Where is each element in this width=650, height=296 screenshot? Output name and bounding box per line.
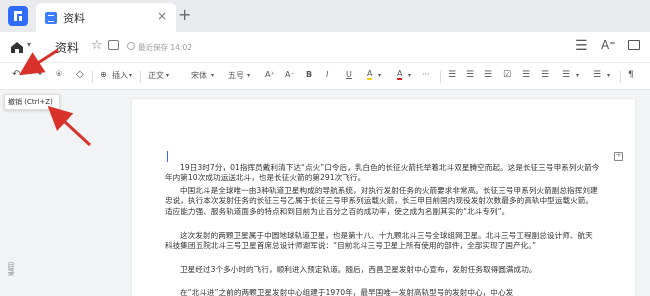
align-icon[interactable]: ☰ bbox=[562, 70, 570, 80]
line-spacing-caret-icon[interactable]: ▾ bbox=[607, 72, 610, 79]
share-icon[interactable] bbox=[108, 40, 119, 50]
paragraph-style-select[interactable]: 正文 bbox=[148, 70, 164, 81]
style-caret-icon[interactable]: ▾ bbox=[166, 72, 169, 79]
size-caret-icon[interactable]: ▾ bbox=[247, 72, 250, 79]
add-comment-icon[interactable] bbox=[614, 150, 623, 161]
format-painter-icon[interactable]: ⍟ bbox=[56, 69, 62, 80]
increase-font-button[interactable]: A⁺ bbox=[265, 70, 275, 79]
insert-plus-icon[interactable]: ⊕ bbox=[100, 70, 107, 79]
font-family-select[interactable]: 宋体 bbox=[191, 70, 207, 81]
bullet-list-icon[interactable]: ☰ bbox=[448, 70, 456, 80]
numbered-list-icon[interactable]: ☰ bbox=[466, 70, 474, 80]
home-icon[interactable] bbox=[10, 39, 24, 58]
italic-button[interactable]: I bbox=[326, 70, 328, 79]
paragraph-mark-icon[interactable]: ¶ bbox=[628, 70, 634, 80]
save-status: 最近保存 14:02 bbox=[138, 43, 192, 52]
document-tab[interactable]: 资料 × bbox=[36, 3, 176, 32]
favorite-star-icon[interactable]: ☆ bbox=[91, 38, 103, 53]
underline-button[interactable]: U bbox=[346, 70, 352, 79]
arrow-to-tooltip bbox=[47, 105, 92, 147]
paragraph[interactable]: 在“北斗进”之前的两颗卫星发射中心组建于1970年，最早国唯一发射高轨型号的发射… bbox=[165, 288, 600, 296]
app-logo-icon[interactable] bbox=[8, 6, 28, 26]
document-header: ▾ 资料 ☆ 最近保存 14:02 ☰ A⁼ bbox=[0, 32, 650, 62]
font-caret-icon[interactable]: ▾ bbox=[211, 72, 214, 79]
paragraph[interactable]: 中国北斗是全球唯一由3种轨道卫星构成的导航系统，对执行发射任务的火箭要求非常高。… bbox=[165, 186, 600, 217]
toolbar-divider bbox=[440, 71, 441, 83]
paragraph[interactable]: 这次发射的两颗卫星属于中圆地球轨道卫星，也是第十八、十九颗北斗三号全球组网卫星。… bbox=[165, 231, 600, 252]
highlight-caret-icon[interactable]: ▾ bbox=[378, 72, 381, 79]
font-settings-icon[interactable]: A⁼ bbox=[601, 38, 616, 52]
insert-menu[interactable]: 插入 bbox=[112, 70, 128, 81]
undo-tooltip: 撤销 (Ctrl+Z) bbox=[4, 94, 60, 110]
menu-icon[interactable]: ☰ bbox=[575, 38, 588, 54]
document-page[interactable]: 19日3时7分，01指挥员戴利清下达“点火”口令后，乳白色的长征火箭托举着北斗双… bbox=[132, 99, 635, 296]
toolbar-divider bbox=[140, 71, 141, 83]
tab-close-button[interactable]: × bbox=[157, 9, 167, 23]
save-status-icon bbox=[127, 42, 135, 50]
document-title[interactable]: 资料 bbox=[55, 39, 79, 56]
line-spacing-icon[interactable]: ☰ bbox=[593, 70, 601, 80]
more-format-button[interactable]: ··· bbox=[422, 70, 430, 79]
indent-icon[interactable]: ☰ bbox=[541, 70, 549, 80]
checklist-icon[interactable]: ☑ bbox=[503, 70, 511, 80]
formatting-toolbar: ↶ ↷ ⍟ ◇ ⊕ 插入 ▾ 正文 ▾ 宋体 ▾ 五号 ▾ A⁺ A⁻ B I … bbox=[0, 62, 650, 90]
text-cursor bbox=[167, 151, 169, 162]
toolbar-divider bbox=[620, 71, 621, 83]
clear-format-icon[interactable]: ◇ bbox=[76, 69, 84, 80]
align-caret-icon[interactable]: ▾ bbox=[576, 72, 579, 79]
font-color-caret-icon[interactable]: ▾ bbox=[408, 72, 411, 79]
redo-button[interactable]: ↷ bbox=[34, 69, 42, 80]
undo-button[interactable]: ↶ bbox=[12, 69, 20, 80]
toolbar-divider bbox=[92, 71, 93, 83]
font-color-button[interactable]: A bbox=[397, 70, 403, 80]
document-icon bbox=[45, 12, 57, 24]
multilevel-list-icon[interactable]: ☰ bbox=[484, 70, 492, 80]
insert-caret-icon[interactable]: ▾ bbox=[129, 72, 132, 79]
decrease-font-button[interactable]: A⁻ bbox=[285, 70, 295, 79]
new-tab-button[interactable]: + bbox=[178, 5, 191, 24]
title-bar: 资料 × + bbox=[0, 0, 650, 32]
tab-label: 资料 bbox=[63, 12, 85, 25]
font-size-select[interactable]: 五号 bbox=[228, 70, 244, 81]
presentation-icon[interactable] bbox=[628, 40, 640, 50]
home-menu-caret-icon[interactable]: ▾ bbox=[27, 40, 31, 49]
highlight-button[interactable]: A bbox=[367, 70, 373, 80]
paragraph[interactable]: 19日3时7分，01指挥员戴利清下达“点火”口令后，乳白色的长征火箭托举着北斗双… bbox=[165, 163, 600, 184]
outline-toggle[interactable]: 目录 bbox=[6, 262, 16, 276]
outdent-icon[interactable]: ☰ bbox=[522, 70, 530, 80]
paragraph[interactable]: 卫星经过3个多小时的飞行，顺利进入预定轨道。随后，西昌卫星发射中心宣布，发射任务… bbox=[165, 265, 600, 275]
bold-button[interactable]: B bbox=[306, 70, 312, 79]
